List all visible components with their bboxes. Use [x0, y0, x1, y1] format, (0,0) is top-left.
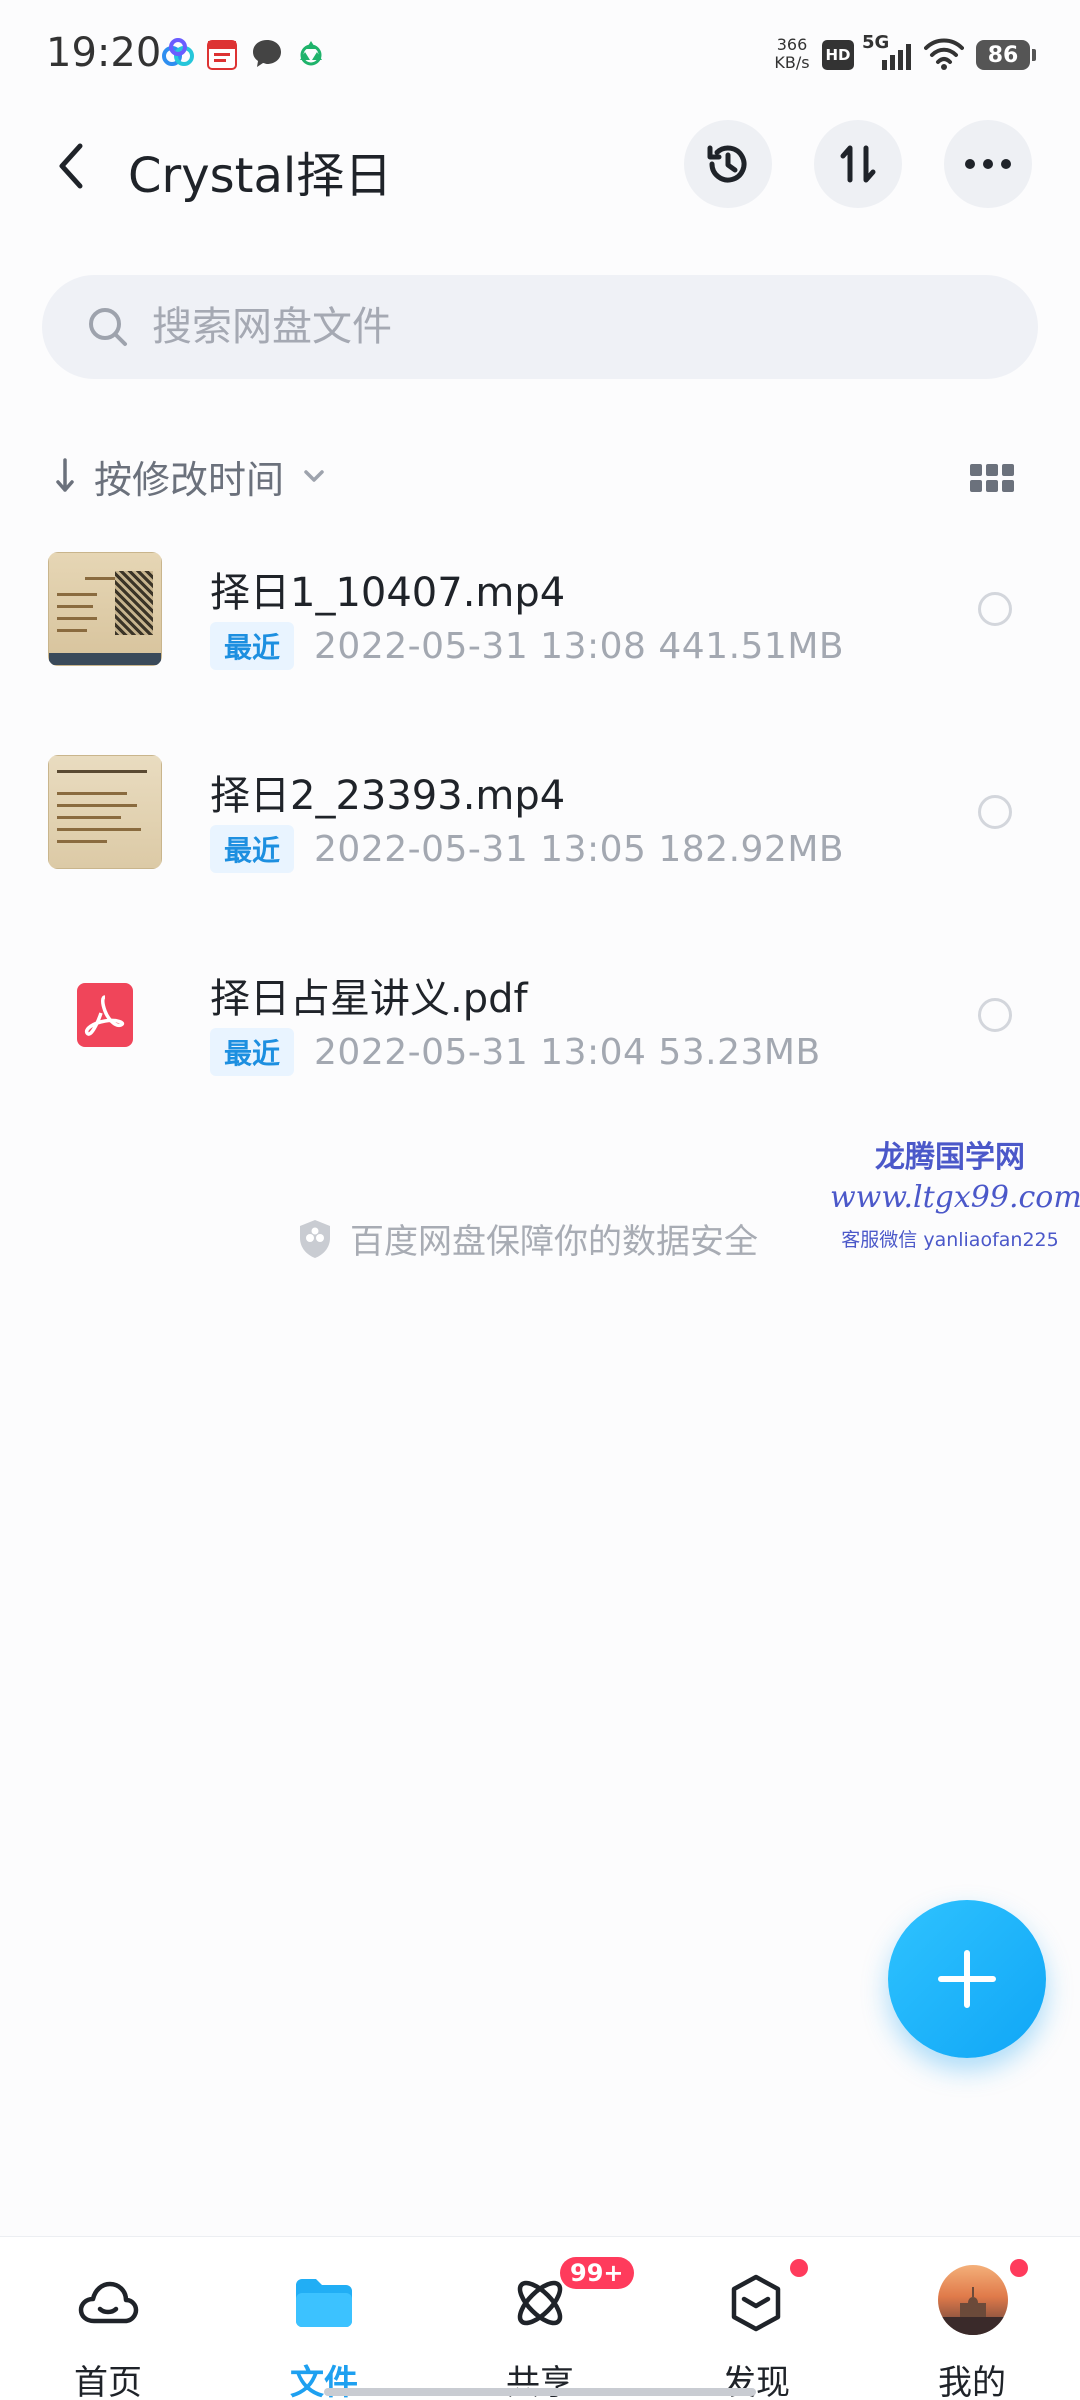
file-name: 择日占星讲义.pdf — [210, 976, 528, 1022]
file-meta: 最近 2022-05-31 13:04 53.23MB — [210, 1028, 821, 1076]
cube-icon — [724, 2271, 788, 2335]
battery-indicator: 86 — [976, 40, 1036, 70]
more-button[interactable] — [944, 120, 1032, 208]
file-row[interactable]: 择日1_10407.mp4 最近 2022-05-31 13:08 441.51… — [0, 552, 1080, 752]
notification-dot — [1010, 2259, 1028, 2277]
file-date-size: 2022-05-31 13:05 182.92MB — [314, 828, 845, 870]
sort-label: 按修改时间 — [94, 457, 285, 502]
file-name: 择日1_10407.mp4 — [210, 570, 566, 616]
notification-dot — [790, 2259, 808, 2277]
recent-tag: 最近 — [210, 825, 295, 873]
pdf-file-icon — [77, 983, 133, 1047]
data-safety-note: 百度网盘保障你的数据安全 — [296, 1214, 758, 1263]
more-dots-icon — [965, 159, 1011, 169]
recent-tag: 最近 — [210, 1028, 295, 1076]
file-date-size: 2022-05-31 13:04 53.23MB — [314, 1031, 821, 1073]
file-meta: 最近 2022-05-31 13:08 441.51MB — [210, 622, 844, 670]
baidu-netdisk-notification-icon — [160, 36, 196, 74]
back-button[interactable] — [46, 136, 96, 196]
watermark: 龙腾国学网 www.ltgx99.com 客服微信 yanliaofan225 — [830, 1132, 1080, 1252]
chevron-left-icon — [59, 143, 83, 189]
file-meta: 最近 2022-05-31 13:05 182.92MB — [210, 825, 844, 873]
transfer-button[interactable] — [814, 120, 902, 208]
file-row[interactable]: 择日占星讲义.pdf 最近 2022-05-31 13:04 53.23MB — [0, 958, 1080, 1158]
history-icon — [707, 145, 747, 183]
hd-badge: HD — [822, 40, 854, 70]
folder-icon — [292, 2271, 356, 2335]
arrow-down-icon — [56, 458, 74, 492]
watermark-title: 龙腾国学网 — [875, 1140, 1025, 1175]
wifi-icon — [924, 36, 964, 74]
nav-label: 首页 — [74, 2363, 142, 2400]
nav-profile[interactable]: 我的 — [864, 2237, 1080, 2400]
sort-selector[interactable]: 按修改时间 — [54, 448, 326, 504]
nav-home[interactable]: 首页 — [0, 2237, 216, 2400]
search-bar[interactable] — [42, 275, 1038, 379]
plus-icon — [938, 1950, 996, 2008]
file-row[interactable]: 择日2_23393.mp4 最近 2022-05-31 13:05 182.92… — [0, 755, 1080, 955]
nav-files[interactable]: 文件 — [216, 2237, 432, 2400]
transfer-arrows-icon — [840, 145, 876, 183]
search-input[interactable] — [152, 304, 952, 350]
cloud-icon — [76, 2271, 140, 2335]
history-button[interactable] — [684, 120, 772, 208]
select-checkbox[interactable] — [978, 998, 1012, 1032]
watermark-url: www.ltgx99.com — [830, 1180, 1080, 1215]
home-indicator[interactable] — [324, 2388, 756, 2396]
avatar — [938, 2265, 1008, 2335]
video-thumbnail — [48, 552, 162, 666]
share-count-badge: 99+ — [560, 2257, 634, 2289]
grid-view-icon — [970, 464, 982, 476]
shield-icon — [300, 1219, 330, 1258]
status-bar: 19:20 366 KB/s HD 5G 86 — [0, 0, 1080, 110]
video-thumbnail — [48, 755, 162, 869]
message-icon — [250, 36, 284, 74]
net-speed: 366 KB/s — [774, 35, 810, 72]
add-button[interactable] — [888, 1900, 1046, 2058]
signal-icon — [880, 42, 914, 74]
file-name: 择日2_23393.mp4 — [210, 773, 566, 819]
recycle-app-icon — [294, 36, 328, 74]
search-icon — [89, 308, 127, 346]
page-title: Crystal择日 — [128, 148, 393, 204]
select-checkbox[interactable] — [978, 795, 1012, 829]
safety-text: 百度网盘保障你的数据安全 — [350, 1222, 758, 1262]
pdf-thumbnail — [48, 958, 162, 1072]
grid-view-button[interactable] — [970, 458, 1014, 498]
file-date-size: 2022-05-31 13:08 441.51MB — [314, 625, 845, 667]
status-time: 19:20 — [46, 30, 162, 76]
select-checkbox[interactable] — [978, 592, 1012, 626]
bottom-nav: 首页 文件 99+ 共享 发现 我的 — [0, 2236, 1080, 2400]
watermark-contact: 客服微信 yanliaofan225 — [841, 1229, 1059, 1251]
nav-share[interactable]: 99+ 共享 — [432, 2237, 648, 2400]
chevron-down-icon — [304, 470, 324, 482]
nav-discover[interactable]: 发现 — [648, 2237, 864, 2400]
calendar-app-icon — [206, 36, 238, 74]
nav-label: 我的 — [938, 2363, 1006, 2400]
recent-tag: 最近 — [210, 622, 295, 670]
